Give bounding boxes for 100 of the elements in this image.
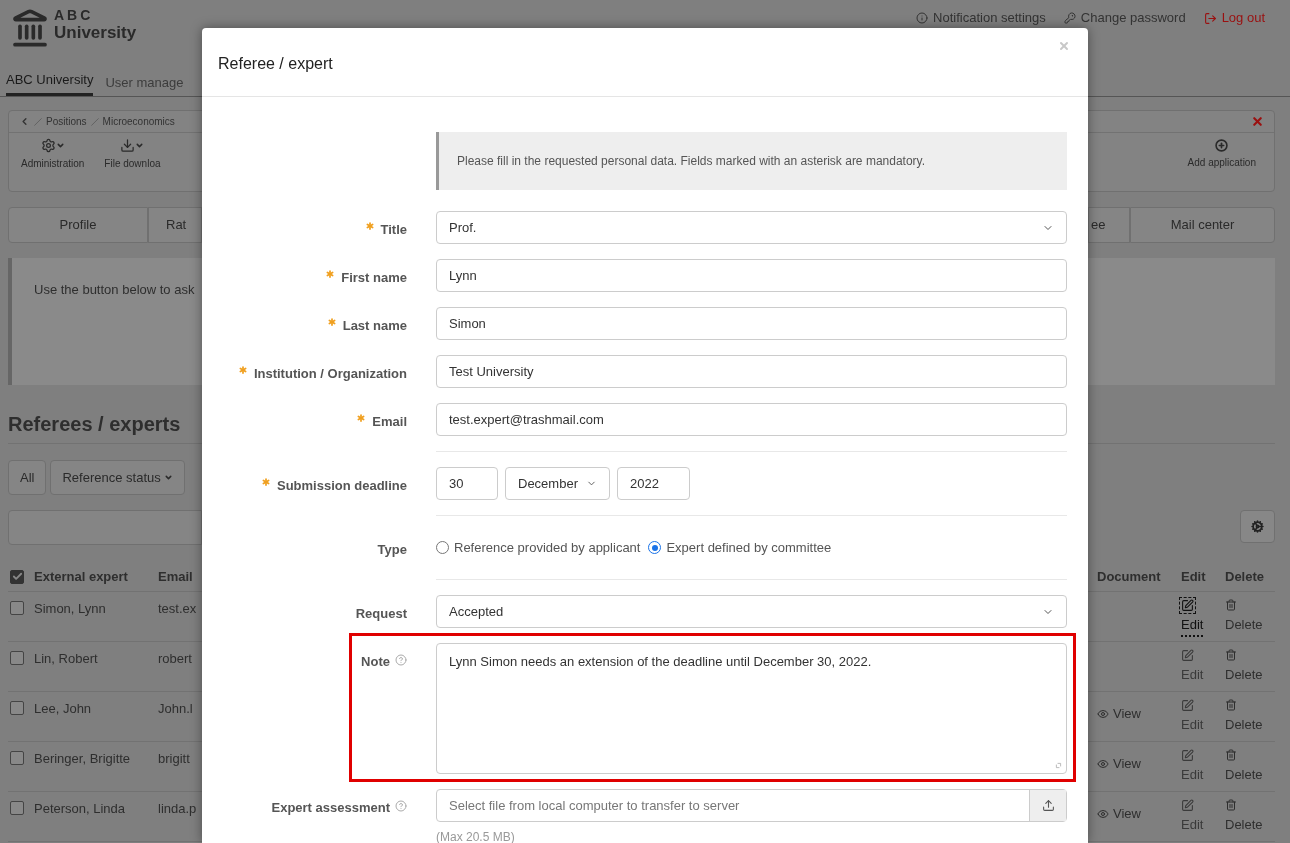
trash-icon [1225,799,1237,811]
edit-link[interactable]: Edit [1181,699,1225,735]
input-field[interactable]: test.expert@trashmail.com [436,403,1067,436]
info-icon [916,12,929,24]
logo-text: ABC [54,8,95,22]
logout-link[interactable]: Log out [1203,10,1265,26]
download-icon [120,138,136,153]
checkbox[interactable] [10,701,24,715]
key-icon [1063,12,1076,24]
radio-option[interactable]: Expert defined by committee [648,537,832,558]
filter-button[interactable]: All [8,460,47,495]
breadcrumb-link[interactable]: Microeconomics [102,114,175,129]
checkbox[interactable] [10,601,24,615]
column-header: External expert [34,567,129,586]
delete-link[interactable]: Delete [1225,749,1275,785]
logo-text: University [54,24,137,41]
view-link[interactable]: View [1097,754,1181,774]
month-select[interactable]: December [505,467,610,500]
select-field[interactable]: Prof. [436,211,1067,244]
section-tab[interactable]: Mail center [1130,207,1275,243]
field-label: Last name [342,317,407,335]
info-text: Use the button below to ask [34,282,195,297]
filter-button[interactable]: Reference status [50,460,185,495]
section-tab[interactable]: Profile [8,207,148,243]
section-tab[interactable]: Rat [148,207,202,243]
search-field[interactable] [8,510,202,545]
logout-icon [1203,11,1217,25]
caret-icon [163,473,173,482]
delete-link[interactable]: Delete [1225,799,1275,835]
gears-icon [40,138,56,153]
edit-icon [1181,599,1194,612]
field-label: Expert assessment [271,799,390,817]
day-field[interactable]: 30 [436,467,498,500]
checkbox[interactable] [10,751,24,765]
table-cell-text: Lee, John [34,700,93,718]
plus-circle-icon [1215,139,1229,152]
hint-text: (Max 20.5 MB) [436,829,516,843]
table-cell-text: Beringer, Brigitte [34,750,132,768]
delete-link[interactable]: Delete [1225,649,1275,685]
settings-button[interactable] [1240,510,1275,543]
building-icon [10,8,50,48]
column-header: Document [1096,567,1162,586]
note-textarea[interactable]: Lynn Simon needs an extension of the deadline until December 30, 2022. [436,643,1067,774]
tool-button[interactable]: Administration [21,138,85,191]
header-link[interactable]: Notification settings [916,10,1046,26]
column-header: Delete [1225,567,1266,586]
table-cell-text: robert [158,650,193,668]
trash-icon [1225,699,1237,711]
nav-tab[interactable]: User manage [105,72,184,96]
delete-link[interactable]: Delete [1225,599,1275,635]
nav-tab[interactable]: ABC University [6,69,94,96]
column-header: Email [158,567,193,586]
table-cell-text: Simon, Lynn [34,600,107,618]
table-cell-text: brigitt [158,750,191,768]
view-link[interactable]: View [1097,804,1181,824]
settings-icon [1251,520,1264,533]
eye-icon [1097,757,1109,770]
edit-link[interactable]: Edit [1181,799,1225,835]
caret-icon [135,141,145,150]
input-field[interactable]: Simon [436,307,1067,340]
header-link[interactable]: Change password [1063,10,1186,26]
edit-icon [1181,749,1194,762]
delete-link[interactable]: Delete [1225,699,1275,735]
edit-link[interactable]: Edit [1181,599,1225,637]
tool-button[interactable]: File downloa [104,138,161,191]
breadcrumb-link[interactable]: Positions [46,114,87,129]
input-field[interactable]: Lynn [436,259,1067,292]
table-cell-text: test.ex [158,600,198,618]
view-link[interactable]: View [1097,704,1181,724]
file-field[interactable]: Select file from local computer to transfer to server [436,789,1067,822]
checkbox[interactable] [10,801,24,815]
caret-icon [55,141,65,150]
table-cell-text: John.l [158,700,194,718]
close-icon[interactable] [1058,40,1070,52]
edit-link[interactable]: Edit [1181,749,1225,785]
select-field[interactable]: Accepted [436,595,1067,628]
help-icon [395,800,407,812]
help-icon [395,654,407,666]
separator-icon [90,117,99,126]
year-field[interactable]: 2022 [617,467,690,500]
section-heading: Referees / experts [8,413,181,435]
field-label: Note [361,653,390,671]
section-tab[interactable]: ee [1088,207,1130,243]
modal-title: Referee / expert [218,54,333,74]
edit-link[interactable]: Edit [1181,649,1225,685]
field-label: Type [377,541,407,559]
radio-option[interactable]: Reference provided by applicant [436,537,641,558]
checkbox[interactable] [10,651,24,665]
upload-icon [1041,799,1055,812]
table-cell-text: Lin, Robert [34,650,99,668]
eye-icon [1097,707,1109,720]
add-application-button[interactable]: Add application [1187,133,1256,191]
edit-icon [1181,649,1194,662]
input-field[interactable]: Test University [436,355,1067,388]
field-label: Email [372,413,407,431]
close-icon[interactable] [1251,115,1264,128]
checkbox[interactable] [10,569,24,584]
field-label: Title [380,221,407,239]
table-cell-text: linda.p [158,800,198,818]
field-label: Request [355,605,407,623]
